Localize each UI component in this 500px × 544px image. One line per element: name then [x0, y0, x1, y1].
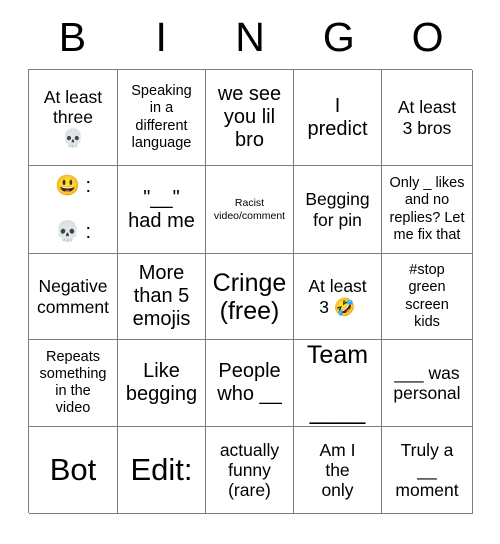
bingo-cell-r2-c3[interactable]: Racist video/comment — [206, 166, 294, 254]
bingo-cell-r3-c5[interactable]: #stop green screen kids — [382, 254, 473, 340]
bingo-cell-r2-c5[interactable]: Only _ likes and no replies? Let me fix … — [382, 166, 473, 254]
bingo-cell-label: Repeats something in the video — [39, 348, 107, 417]
bingo-cell-label: Bot — [49, 451, 97, 487]
bingo-cell-r4-c5[interactable]: ___ was personal — [382, 340, 473, 427]
bingo-cell-r4-c1[interactable]: Repeats something in the video — [29, 340, 118, 427]
bingo-grid: At least three 💀 Speaking in a different … — [28, 69, 473, 514]
bingo-cell-r3-c4[interactable]: At least 3 🤣 — [294, 254, 382, 340]
bingo-cell-r2-c2[interactable]: "__" had me — [118, 166, 206, 254]
bingo-cell-r5-c1[interactable]: Bot — [29, 427, 118, 514]
bingo-cell-label: actually funny (rare) — [219, 439, 280, 501]
bingo-cell-label: Negative comment — [37, 276, 109, 317]
bingo-cell-label: Racist video/comment — [213, 196, 286, 222]
bingo-cell-label: Am I the only — [319, 439, 356, 501]
bingo-cell-r4-c3[interactable]: People who __ — [206, 340, 294, 427]
bingo-cell-r4-c2[interactable]: Like begging — [118, 340, 206, 427]
bingo-cell-label: Truly a __ moment — [395, 439, 459, 501]
bingo-cell-label: Cringe (free) — [212, 268, 287, 325]
bingo-cell-r2-c4[interactable]: Begging for pin — [294, 166, 382, 254]
bingo-cell-label: Speaking in a different language — [131, 83, 192, 151]
bingo-cell-r5-c2[interactable]: Edit: — [118, 427, 206, 514]
bingo-letter-o: O — [411, 13, 444, 60]
bingo-cell-label: People who __ — [217, 360, 282, 405]
bingo-cell-r1-c5[interactable]: At least 3 bros — [382, 70, 473, 166]
bingo-letter-g: G — [322, 13, 355, 60]
bingo-letter-n: N — [235, 13, 265, 60]
bingo-cell-r4-c4[interactable]: Team ____ — [294, 340, 382, 427]
bingo-cell-label: "__" had me — [128, 186, 195, 232]
bingo-cell-r1-c4[interactable]: I predict — [294, 70, 382, 166]
bingo-cell-r2-c1[interactable]: 😃 : 💀 : — [29, 166, 118, 254]
bingo-cell-label: Only _ likes and no replies? Let me fix … — [389, 175, 465, 243]
bingo-cell-label: I predict — [307, 94, 368, 140]
bingo-cell-label: Team ____ — [306, 341, 369, 425]
bingo-letter-i: I — [155, 13, 167, 60]
bingo-cell-r3-c1[interactable]: Negative comment — [29, 254, 118, 340]
bingo-cell-r1-c3[interactable]: we see you lil bro — [206, 70, 294, 166]
bingo-cell-r5-c5[interactable]: Truly a __ moment — [382, 427, 473, 514]
bingo-card: B I N G O At least three 💀 Speaking in a … — [0, 0, 500, 544]
bingo-cell-label: More than 5 emojis — [132, 262, 191, 330]
bingo-letter-b: B — [58, 13, 87, 60]
bingo-cell-label: we see you lil bro — [217, 83, 282, 151]
bingo-cell-label: #stop green screen kids — [405, 262, 449, 330]
bingo-cell-label: At least 3 🤣 — [308, 276, 367, 317]
bingo-cell-label: Edit: — [130, 451, 193, 487]
bingo-cell-label: At least 3 bros — [397, 97, 457, 138]
bingo-cell-r3-c2[interactable]: More than 5 emojis — [118, 254, 206, 340]
bingo-cell-r3-c3[interactable]: Cringe (free) — [206, 254, 294, 340]
bingo-cell-label: 😃 : 💀 : — [54, 175, 91, 243]
bingo-cell-r5-c3[interactable]: actually funny (rare) — [206, 427, 294, 514]
bingo-header-letters: B I N G O — [28, 8, 472, 66]
bingo-cell-label: Like begging — [125, 360, 198, 405]
bingo-cell-label: Begging for pin — [305, 189, 370, 230]
bingo-cell-r5-c4[interactable]: Am I the only — [294, 427, 382, 514]
bingo-cell-r1-c2[interactable]: Speaking in a different language — [118, 70, 206, 166]
bingo-cell-label: ___ was personal — [393, 362, 461, 403]
bingo-cell-label: At least three 💀 — [43, 87, 103, 148]
bingo-cell-r1-c1[interactable]: At least three 💀 — [29, 70, 118, 166]
